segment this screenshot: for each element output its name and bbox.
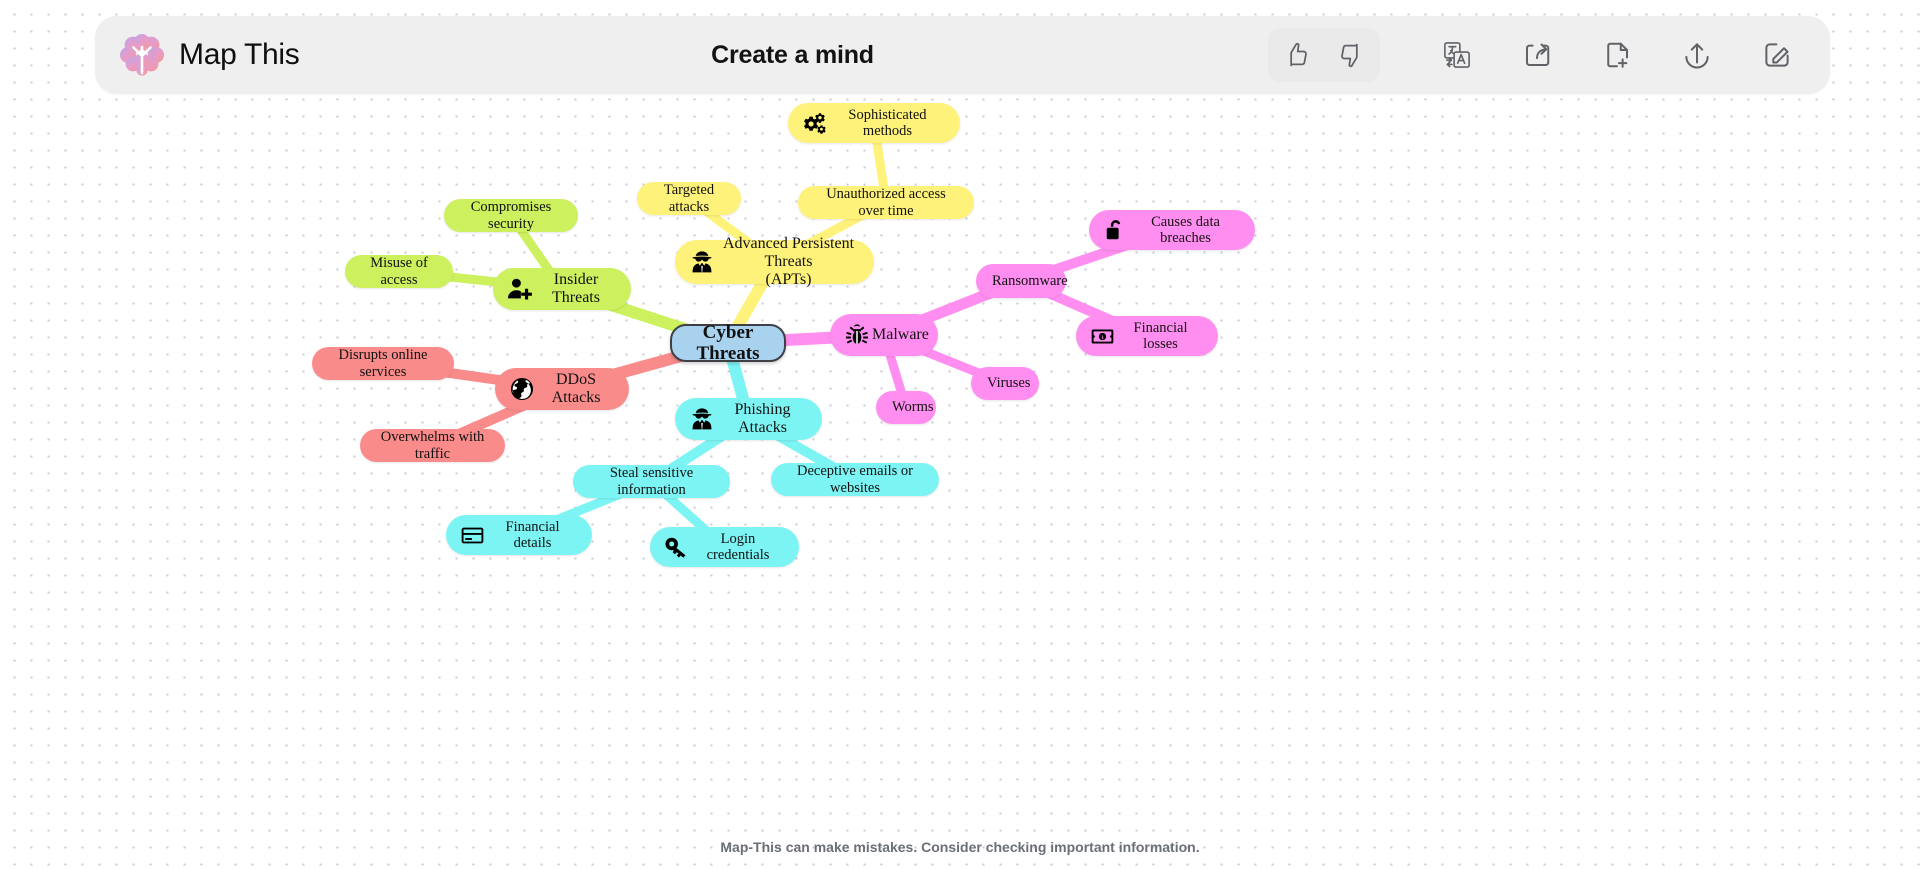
mindmap-node-finloss[interactable]: Financial losses bbox=[1076, 316, 1218, 356]
upload-button[interactable] bbox=[1670, 30, 1724, 80]
bug-icon bbox=[844, 322, 870, 348]
mindmap-node-label: Deceptive emails or websites bbox=[797, 463, 913, 496]
mindmap-node-label: Targeted attacks bbox=[663, 182, 715, 215]
mindmap-node-label: Phishing Attacks bbox=[734, 401, 791, 436]
mindmap-node-targeted[interactable]: Targeted attacks bbox=[637, 182, 741, 215]
mindmap-node-label: Financial losses bbox=[1133, 319, 1188, 352]
mindmap-node-label: Causes data breaches bbox=[1151, 213, 1220, 246]
brand[interactable]: Map This bbox=[119, 32, 300, 78]
thumbs-down-icon bbox=[1337, 41, 1365, 69]
mindmap-node-unauth[interactable]: Unauthorized access over time bbox=[798, 186, 974, 219]
thumbs-up-icon bbox=[1283, 41, 1311, 69]
mindmap-node-sophisticated[interactable]: Sophisticated methods bbox=[788, 103, 960, 143]
mindmap-node-label: Cyber Threats bbox=[696, 321, 760, 364]
translate-button[interactable] bbox=[1430, 30, 1484, 80]
mindmap-node-compromises[interactable]: Compromises security bbox=[444, 199, 578, 232]
mindmap-node-steal[interactable]: Steal sensitive information bbox=[573, 465, 730, 498]
mindmap-node-disrupts[interactable]: Disrupts online services bbox=[312, 347, 454, 380]
mindmap-node-label: Malware bbox=[872, 326, 929, 344]
mindmap-node-root[interactable]: Cyber Threats bbox=[670, 321, 786, 364]
mindmap-node-ddos[interactable]: DDoS Attacks bbox=[495, 368, 629, 410]
mindmap-node-label: Steal sensitive information bbox=[609, 465, 694, 498]
mindmap-node-overwhelms[interactable]: Overwhelms with traffic bbox=[360, 429, 505, 462]
mindmap-node-label: Overwhelms with traffic bbox=[380, 429, 485, 462]
spy-icon bbox=[689, 406, 715, 432]
upload-icon bbox=[1682, 40, 1712, 70]
mindmap-node-label: Misuse of access bbox=[370, 255, 428, 288]
mindmap-node-breaches[interactable]: Causes data breaches bbox=[1089, 210, 1255, 250]
mindmap-node-label: Compromises security bbox=[470, 199, 552, 232]
globe-icon bbox=[509, 376, 535, 402]
share-icon bbox=[1522, 40, 1552, 70]
user-plus-icon bbox=[507, 276, 533, 302]
mindmap-node-label: Insider Threats bbox=[552, 271, 600, 306]
key-icon bbox=[664, 535, 689, 560]
mindmap-node-phishing[interactable]: Phishing Attacks bbox=[675, 398, 822, 440]
header-actions bbox=[1268, 28, 1804, 82]
mindmap-node-findetails[interactable]: Financial details bbox=[446, 515, 592, 555]
edit-square-icon bbox=[1762, 40, 1792, 70]
rating-group bbox=[1268, 28, 1380, 82]
mindmap-node-label: DDoS Attacks bbox=[551, 371, 601, 406]
edit-button[interactable] bbox=[1750, 30, 1804, 80]
mindmap-node-insider[interactable]: Insider Threats bbox=[493, 268, 631, 310]
mindmap-node-label: Worms bbox=[892, 399, 934, 416]
mindmap-node-viruses[interactable]: Viruses bbox=[971, 367, 1039, 400]
mindmap-node-ransomware[interactable]: Ransomware bbox=[976, 264, 1068, 298]
mindmap-node-apt[interactable]: Advanced Persistent Threats (APTs) bbox=[675, 235, 874, 288]
mindmap-canvas[interactable]: Cyber Threats Malware Ransomware Causes dat… bbox=[0, 98, 1920, 838]
app-root: Map This Create a mind Cyber Threats Mal… bbox=[0, 0, 1920, 869]
tool-group bbox=[1430, 30, 1804, 80]
share-button[interactable] bbox=[1510, 30, 1564, 80]
mindmap-node-label: Advanced Persistent Threats (APTs) bbox=[722, 235, 855, 288]
mindmap-node-label: Financial details bbox=[505, 518, 560, 551]
translate-icon bbox=[1442, 40, 1472, 70]
new-document-button[interactable] bbox=[1590, 30, 1644, 80]
mindmap-node-label: Login credentials bbox=[706, 530, 770, 563]
mindmap-node-deceptive[interactable]: Deceptive emails or websites bbox=[771, 463, 939, 496]
brand-name: Map This bbox=[179, 38, 300, 71]
credit-card-icon bbox=[460, 523, 485, 548]
app-header: Map This Create a mind bbox=[95, 16, 1830, 94]
document-plus-icon bbox=[1602, 40, 1632, 70]
mindmap-node-label: Disrupts online services bbox=[338, 347, 428, 380]
thumbs-down-button[interactable] bbox=[1324, 30, 1378, 80]
mindmap-node-label: Unauthorized access over time bbox=[826, 186, 946, 219]
mindmap-node-label: Ransomware bbox=[992, 272, 1068, 289]
mindmap-node-malware[interactable]: Malware bbox=[830, 314, 938, 356]
mindmap-node-misuse[interactable]: Misuse of access bbox=[345, 255, 453, 288]
mindmap-node-worms[interactable]: Worms bbox=[876, 391, 936, 424]
brand-logo-icon bbox=[119, 32, 165, 78]
spy-icon bbox=[689, 249, 715, 275]
mindmap-node-logincreds[interactable]: Login credentials bbox=[650, 527, 799, 567]
footer-disclaimer: Map-This can make mistakes. Consider che… bbox=[720, 839, 1200, 855]
unlock-icon bbox=[1103, 218, 1128, 243]
banknote-icon bbox=[1090, 324, 1115, 349]
mindmap-node-label: Sophisticated methods bbox=[848, 106, 927, 139]
gears-icon bbox=[802, 111, 827, 136]
thumbs-up-button[interactable] bbox=[1270, 30, 1324, 80]
mindmap-node-label: Viruses bbox=[987, 375, 1031, 392]
